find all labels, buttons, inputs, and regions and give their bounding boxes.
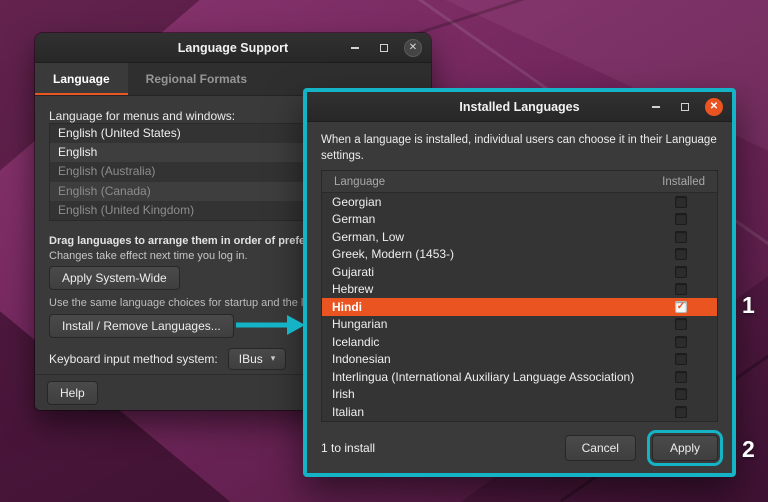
installed-language-row[interactable]: Hindi ✓	[322, 298, 717, 316]
installed-language-row[interactable]: Italian	[322, 403, 717, 421]
keyboard-input-value: IBus	[239, 352, 263, 366]
checkbox-unchecked-icon[interactable]	[675, 388, 687, 400]
language-name: Greek, Modern (1453-)	[332, 247, 454, 261]
checkbox-unchecked-icon[interactable]	[675, 406, 687, 418]
language-name: Hindi	[332, 300, 362, 314]
checkbox-unchecked-icon[interactable]	[675, 283, 687, 295]
column-header-installed: Installed	[662, 176, 705, 188]
close-icon[interactable]: ✕	[705, 98, 723, 116]
dialog-description: When a language is installed, individual…	[307, 122, 732, 164]
installed-language-row[interactable]: Georgian	[322, 193, 717, 211]
chevron-down-icon: ▾	[271, 353, 276, 364]
dialog-title: Installed Languages	[459, 100, 579, 114]
language-name: German	[332, 212, 375, 226]
minimize-icon[interactable]	[647, 98, 665, 116]
installed-language-row[interactable]: Indonesian	[322, 351, 717, 369]
language-support-titlebar[interactable]: Language Support ✕	[35, 33, 431, 63]
dialog-window-controls: ✕	[647, 92, 723, 122]
apply-system-wide-button[interactable]: Apply System-Wide	[49, 266, 180, 290]
checkbox-unchecked-icon[interactable]	[675, 318, 687, 330]
language-name: Italian	[332, 405, 364, 419]
installed-languages-dialog: Installed Languages ✕ When a language is…	[307, 92, 732, 473]
installed-language-row[interactable]: Interlingua (International Auxiliary Lan…	[322, 368, 717, 386]
table-header: Language Installed	[322, 171, 717, 193]
keyboard-input-label: Keyboard input method system:	[49, 352, 218, 366]
checkbox-unchecked-icon[interactable]	[675, 266, 687, 278]
cancel-button[interactable]: Cancel	[565, 435, 636, 461]
desktop: Language Support ✕ Language Regional For…	[0, 0, 768, 502]
help-button[interactable]: Help	[47, 381, 98, 405]
dialog-titlebar[interactable]: Installed Languages ✕	[307, 92, 732, 122]
drag-hint-rest: Changes take effect next time you log in…	[49, 250, 248, 262]
installed-languages-rows: Georgian German German, Low Greek, Modern (…	[322, 193, 717, 421]
checkbox-unchecked-icon[interactable]	[675, 353, 687, 365]
checkbox-unchecked-icon[interactable]	[675, 371, 687, 383]
checkbox-unchecked-icon[interactable]	[675, 336, 687, 348]
checkbox-unchecked-icon[interactable]	[675, 213, 687, 225]
installed-language-row[interactable]: German	[322, 211, 717, 229]
installed-language-row[interactable]: Irish	[322, 386, 717, 404]
window-controls: ✕	[346, 33, 422, 63]
annotation-highlight-frame: Installed Languages ✕ When a language is…	[303, 88, 736, 477]
tab-language[interactable]: Language	[35, 63, 128, 95]
checkbox-unchecked-icon[interactable]	[675, 231, 687, 243]
language-name: Georgian	[332, 195, 381, 209]
window-title: Language Support	[178, 41, 288, 55]
languages-table: Language Installed Georgian German German,…	[321, 170, 718, 422]
checkbox-checked-icon[interactable]: ✓	[675, 301, 687, 313]
maximize-icon[interactable]	[375, 39, 393, 57]
language-name: Gujarati	[332, 265, 374, 279]
dialog-actions: 1 to install Cancel Apply	[307, 435, 732, 473]
maximize-icon[interactable]	[676, 98, 694, 116]
column-header-language: Language	[334, 176, 385, 188]
apply-button[interactable]: Apply	[652, 435, 718, 461]
tab-regional-formats[interactable]: Regional Formats	[128, 63, 265, 95]
minimize-icon[interactable]	[346, 39, 364, 57]
installed-language-row[interactable]: Greek, Modern (1453-)	[322, 246, 717, 264]
install-remove-languages-button[interactable]: Install / Remove Languages...	[49, 314, 234, 338]
language-name: Irish	[332, 387, 355, 401]
installed-language-row[interactable]: Hebrew	[322, 281, 717, 299]
language-name: Indonesian	[332, 352, 391, 366]
language-name: German, Low	[332, 230, 404, 244]
annotation-arrow	[236, 312, 306, 338]
annotation-step-2: 2	[742, 436, 755, 463]
keyboard-input-dropdown[interactable]: IBus ▾	[228, 348, 287, 370]
language-name: Hebrew	[332, 282, 373, 296]
installed-language-row[interactable]: Gujarati	[322, 263, 717, 281]
language-name: Hungarian	[332, 317, 387, 331]
annotation-step-1: 1	[742, 292, 755, 319]
language-name: Icelandic	[332, 335, 379, 349]
checkbox-unchecked-icon[interactable]	[675, 248, 687, 260]
checkbox-unchecked-icon[interactable]	[675, 196, 687, 208]
installed-language-row[interactable]: Icelandic	[322, 333, 717, 351]
installed-language-row[interactable]: Hungarian	[322, 316, 717, 334]
language-name: Interlingua (International Auxiliary Lan…	[332, 370, 634, 384]
close-icon[interactable]: ✕	[404, 39, 422, 57]
installed-language-row[interactable]: German, Low	[322, 228, 717, 246]
install-status: 1 to install	[321, 441, 375, 455]
